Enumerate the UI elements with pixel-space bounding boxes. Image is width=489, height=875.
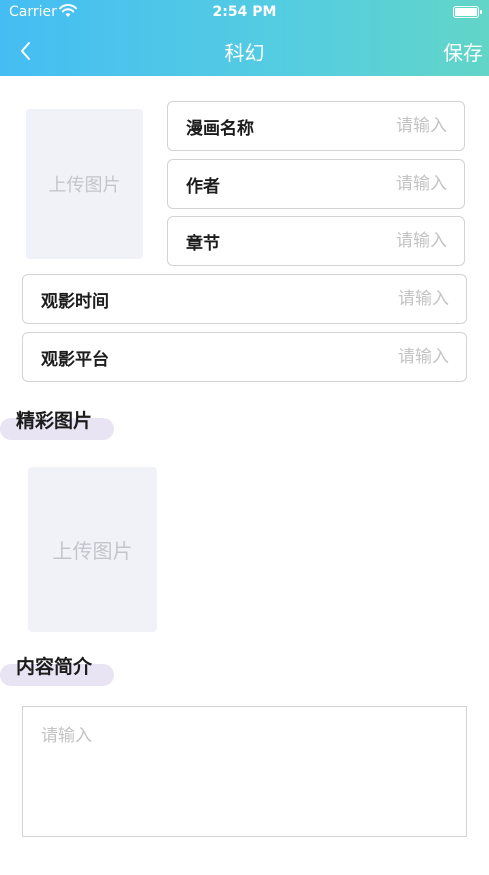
gallery-upload-label: 上传图片 bbox=[52, 539, 133, 563]
field-comic-name: 漫画名称 bbox=[167, 101, 465, 151]
field-label: 章节 bbox=[186, 233, 220, 254]
field-author: 作者 bbox=[167, 159, 465, 209]
field-label: 漫画名称 bbox=[186, 118, 254, 139]
cover-upload-label: 上传图片 bbox=[48, 175, 121, 196]
field-label: 观影平台 bbox=[41, 349, 109, 370]
field-label: 观影时间 bbox=[41, 291, 109, 312]
chevron-left-icon[interactable] bbox=[14, 38, 40, 64]
gallery-section-title: 精彩图片 bbox=[16, 410, 93, 432]
navbar: 科幻 保存 bbox=[0, 26, 489, 76]
field-watch-time: 观影时间 bbox=[22, 274, 467, 324]
field-chapter: 章节 bbox=[167, 216, 465, 266]
watch-platform-input[interactable] bbox=[309, 347, 449, 367]
cover-upload-button[interactable]: 上传图片 bbox=[26, 109, 143, 259]
save-button[interactable]: 保存 bbox=[443, 37, 483, 66]
battery-icon bbox=[453, 6, 482, 18]
author-input[interactable] bbox=[307, 174, 447, 194]
field-label: 作者 bbox=[186, 176, 220, 197]
gallery-upload-button[interactable]: 上传图片 bbox=[28, 467, 157, 632]
intro-textarea[interactable] bbox=[22, 706, 467, 837]
comic-name-input[interactable] bbox=[307, 116, 447, 136]
status-bar: Carrier 2:54 PM bbox=[0, 0, 489, 26]
app-header: Carrier 2:54 PM 科幻 保存 bbox=[0, 0, 489, 76]
status-time: 2:54 PM bbox=[212, 4, 277, 20]
field-watch-platform: 观影平台 bbox=[22, 332, 467, 382]
chapter-input[interactable] bbox=[307, 231, 447, 251]
watch-time-input[interactable] bbox=[309, 289, 449, 309]
page-title: 科幻 bbox=[224, 41, 265, 65]
intro-section-title: 内容简介 bbox=[16, 656, 93, 678]
